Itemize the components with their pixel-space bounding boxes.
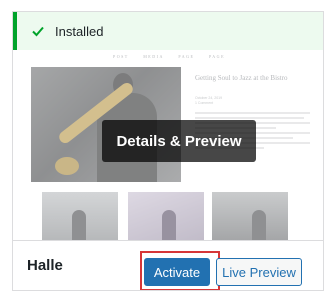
theme-card[interactable]: Installed POST MEDIA PAGE PAGE Getting S… <box>12 11 324 291</box>
theme-screenshot[interactable]: POST MEDIA PAGE PAGE Getting Soul to Jaz… <box>13 50 323 240</box>
checkmark-icon <box>32 26 44 37</box>
notice-text: Installed <box>55 23 104 39</box>
details-preview-button[interactable]: Details & Preview <box>102 120 256 162</box>
live-preview-button[interactable]: Live Preview <box>216 258 302 286</box>
installed-notice: Installed <box>13 12 323 50</box>
theme-card-footer: Halle Activate Live Preview <box>13 240 323 290</box>
theme-name: Halle <box>27 257 63 274</box>
activate-button[interactable]: Activate <box>144 258 210 286</box>
